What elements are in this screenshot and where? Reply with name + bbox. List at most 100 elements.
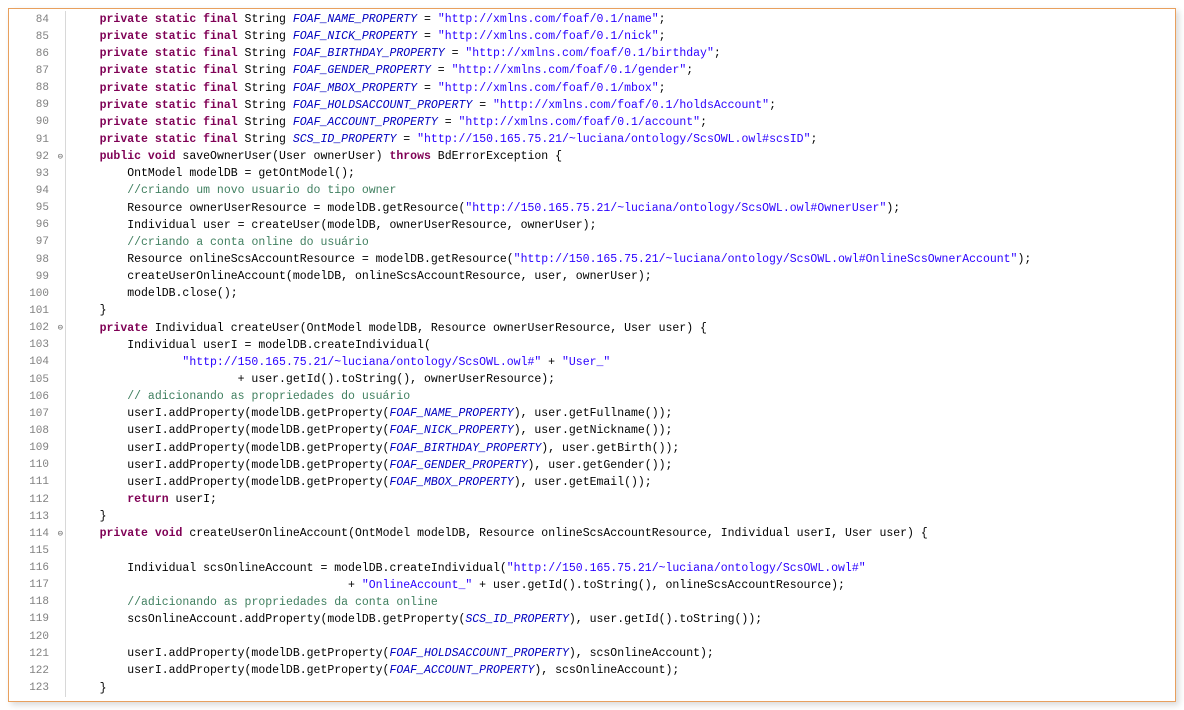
line-number[interactable]: 113: [9, 511, 53, 523]
line-number[interactable]: 118: [9, 596, 53, 608]
code-line[interactable]: 101 }: [9, 302, 1175, 319]
line-number[interactable]: 85: [9, 31, 53, 43]
code-line[interactable]: 84 private static final String FOAF_NAME…: [9, 11, 1175, 28]
line-number[interactable]: 106: [9, 391, 53, 403]
code-content[interactable]: // adicionando as propriedades do usuári…: [66, 390, 410, 403]
code-content[interactable]: Individual userI = modelDB.createIndivid…: [66, 339, 431, 352]
code-content[interactable]: private void createUserOnlineAccount(Ont…: [66, 527, 928, 540]
line-number[interactable]: 91: [9, 134, 53, 146]
line-number[interactable]: 96: [9, 219, 53, 231]
code-content[interactable]: "http://150.165.75.21/~luciana/ontology/…: [66, 356, 610, 369]
code-line[interactable]: 89 private static final String FOAF_HOLD…: [9, 97, 1175, 114]
line-number[interactable]: 122: [9, 665, 53, 677]
code-line[interactable]: 106 // adicionando as propriedades do us…: [9, 388, 1175, 405]
line-number[interactable]: 104: [9, 356, 53, 368]
line-number[interactable]: 95: [9, 202, 53, 214]
line-number[interactable]: 84: [9, 14, 53, 26]
line-number[interactable]: 109: [9, 442, 53, 454]
line-number[interactable]: 89: [9, 99, 53, 111]
line-number[interactable]: 116: [9, 562, 53, 574]
code-line[interactable]: 98 Resource onlineScsAccountResource = m…: [9, 251, 1175, 268]
code-line[interactable]: 86 private static final String FOAF_BIRT…: [9, 45, 1175, 62]
code-line[interactable]: 109 userI.addProperty(modelDB.getPropert…: [9, 440, 1175, 457]
line-number[interactable]: 115: [9, 545, 53, 557]
code-line[interactable]: 88 private static final String FOAF_MBOX…: [9, 80, 1175, 97]
line-number[interactable]: 93: [9, 168, 53, 180]
code-line[interactable]: 117 + "OnlineAccount_" + user.getId().to…: [9, 577, 1175, 594]
code-content[interactable]: userI.addProperty(modelDB.getProperty(FO…: [66, 424, 672, 437]
code-line[interactable]: 90 private static final String FOAF_ACCO…: [9, 114, 1175, 131]
code-line[interactable]: 123 }: [9, 679, 1175, 696]
line-number[interactable]: 112: [9, 494, 53, 506]
line-number[interactable]: 88: [9, 82, 53, 94]
code-line[interactable]: 100 modelDB.close();: [9, 285, 1175, 302]
code-line[interactable]: 119 scsOnlineAccount.addProperty(modelDB…: [9, 611, 1175, 628]
code-line[interactable]: 87 private static final String FOAF_GEND…: [9, 62, 1175, 79]
code-line[interactable]: 94 //criando um novo usuario do tipo own…: [9, 182, 1175, 199]
code-content[interactable]: userI.addProperty(modelDB.getProperty(FO…: [66, 407, 672, 420]
code-line[interactable]: 115: [9, 542, 1175, 559]
code-content[interactable]: userI.addProperty(modelDB.getProperty(FO…: [66, 664, 679, 677]
line-number[interactable]: 111: [9, 476, 53, 488]
code-line[interactable]: 85 private static final String FOAF_NICK…: [9, 28, 1175, 45]
line-number[interactable]: 117: [9, 579, 53, 591]
line-number[interactable]: 90: [9, 116, 53, 128]
code-content[interactable]: modelDB.close();: [66, 287, 238, 300]
code-content[interactable]: userI.addProperty(modelDB.getProperty(FO…: [66, 647, 714, 660]
code-line[interactable]: 114 private void createUserOnlineAccount…: [9, 525, 1175, 542]
code-content[interactable]: }: [66, 510, 107, 523]
code-content[interactable]: + "OnlineAccount_" + user.getId().toStri…: [66, 579, 845, 592]
code-line[interactable]: 122 userI.addProperty(modelDB.getPropert…: [9, 662, 1175, 679]
code-content[interactable]: createUserOnlineAccount(modelDB, onlineS…: [66, 270, 652, 283]
code-content[interactable]: private static final String FOAF_BIRTHDA…: [66, 47, 721, 60]
code-content[interactable]: userI.addProperty(modelDB.getProperty(FO…: [66, 459, 672, 472]
code-content[interactable]: Individual scsOnlineAccount = modelDB.cr…: [66, 562, 866, 575]
code-content[interactable]: private static final String FOAF_HOLDSAC…: [66, 99, 776, 112]
code-line[interactable]: 112 return userI;: [9, 491, 1175, 508]
line-number[interactable]: 107: [9, 408, 53, 420]
code-line[interactable]: 108 userI.addProperty(modelDB.getPropert…: [9, 422, 1175, 439]
code-content[interactable]: OntModel modelDB = getOntModel();: [66, 167, 355, 180]
code-line[interactable]: 116 Individual scsOnlineAccount = modelD…: [9, 560, 1175, 577]
code-content[interactable]: private static final String FOAF_NAME_PR…: [66, 13, 666, 26]
code-content[interactable]: userI.addProperty(modelDB.getProperty(FO…: [66, 476, 652, 489]
code-line[interactable]: 96 Individual user = createUser(modelDB,…: [9, 217, 1175, 234]
code-content[interactable]: private static final String FOAF_GENDER_…: [66, 64, 693, 77]
line-number[interactable]: 119: [9, 613, 53, 625]
code-content[interactable]: + user.getId().toString(), ownerUserReso…: [66, 373, 555, 386]
line-number[interactable]: 108: [9, 425, 53, 437]
code-line[interactable]: 113 }: [9, 508, 1175, 525]
code-line[interactable]: 99 createUserOnlineAccount(modelDB, onli…: [9, 268, 1175, 285]
code-line[interactable]: 97 //criando a conta online do usuário: [9, 234, 1175, 251]
code-line[interactable]: 120: [9, 628, 1175, 645]
code-line[interactable]: 91 private static final String SCS_ID_PR…: [9, 131, 1175, 148]
line-number[interactable]: 87: [9, 65, 53, 77]
code-content[interactable]: scsOnlineAccount.addProperty(modelDB.get…: [66, 613, 762, 626]
code-content[interactable]: }: [66, 304, 107, 317]
line-number[interactable]: 105: [9, 374, 53, 386]
code-content[interactable]: private static final String SCS_ID_PROPE…: [66, 133, 817, 146]
line-number[interactable]: 94: [9, 185, 53, 197]
code-line[interactable]: 102 private Individual createUser(OntMod…: [9, 320, 1175, 337]
line-number[interactable]: 102: [9, 322, 53, 334]
code-line[interactable]: 118 //adicionando as propriedades da con…: [9, 594, 1175, 611]
code-line[interactable]: 110 userI.addProperty(modelDB.getPropert…: [9, 457, 1175, 474]
code-content[interactable]: Resource onlineScsAccountResource = mode…: [66, 253, 1031, 266]
code-content[interactable]: //criando a conta online do usuário: [66, 236, 369, 249]
code-line[interactable]: 103 Individual userI = modelDB.createInd…: [9, 337, 1175, 354]
line-number[interactable]: 120: [9, 631, 53, 643]
line-number[interactable]: 103: [9, 339, 53, 351]
line-number[interactable]: 86: [9, 48, 53, 60]
code-content[interactable]: private static final String FOAF_ACCOUNT…: [66, 116, 707, 129]
code-content[interactable]: private static final String FOAF_MBOX_PR…: [66, 82, 666, 95]
code-content[interactable]: public void saveOwnerUser(User ownerUser…: [66, 150, 562, 163]
line-number[interactable]: 123: [9, 682, 53, 694]
code-content[interactable]: userI.addProperty(modelDB.getProperty(FO…: [66, 442, 679, 455]
code-line[interactable]: 93 OntModel modelDB = getOntModel();: [9, 165, 1175, 182]
code-content[interactable]: Individual user = createUser(modelDB, ow…: [66, 219, 597, 232]
line-number[interactable]: 110: [9, 459, 53, 471]
code-line[interactable]: 104 "http://150.165.75.21/~luciana/ontol…: [9, 354, 1175, 371]
code-line[interactable]: 95 Resource ownerUserResource = modelDB.…: [9, 200, 1175, 217]
code-content[interactable]: }: [66, 682, 107, 695]
code-line[interactable]: 105 + user.getId().toString(), ownerUser…: [9, 371, 1175, 388]
